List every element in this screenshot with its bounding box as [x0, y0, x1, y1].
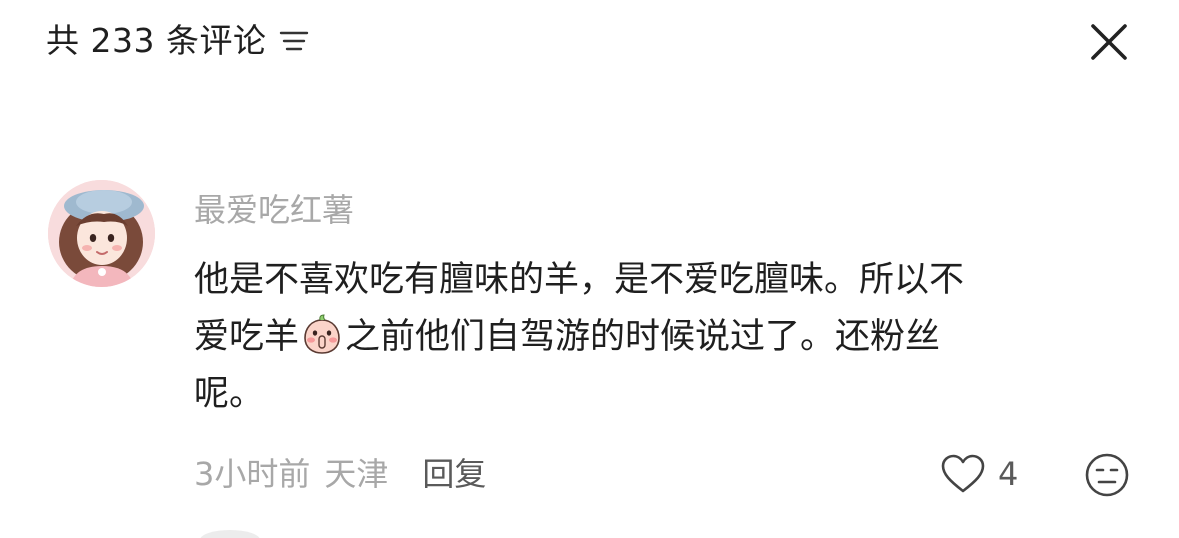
close-button[interactable]: [1085, 18, 1133, 66]
comment-count-title: 共 233 条评论: [46, 21, 267, 60]
comment-username[interactable]: 最爱吃红薯: [194, 188, 354, 232]
user-avatar[interactable]: [48, 180, 155, 287]
like-count: 4: [998, 455, 1019, 493]
comment-meta: 3小时前 天津 回复: [194, 452, 486, 496]
comments-header: 共 233 条评论: [0, 0, 1179, 80]
comment-item: 最爱吃红薯 他是不喜欢吃有膻味的羊，是不爱吃膻味。所以不 爱吃羊 之前他们自驾游…: [0, 176, 1179, 506]
comment-body: 他是不喜欢吃有膻味的羊，是不爱吃膻味。所以不 爱吃羊 之前他们自驾游的时候说过了…: [194, 252, 1134, 423]
next-comment-avatar: [200, 530, 260, 538]
like-button[interactable]: 4: [940, 452, 1018, 496]
sort-toggle[interactable]: 共 233 条评论: [46, 18, 310, 64]
heart-outline-icon: [941, 454, 985, 493]
dislike-button[interactable]: [1084, 452, 1130, 498]
reply-button[interactable]: 回复: [422, 452, 486, 496]
comment-text-segment: 爱吃羊: [194, 317, 300, 357]
comment-location: 天津: [324, 455, 389, 493]
shush-face-emoji: [301, 314, 343, 356]
comment-text-segment: 之前他们自驾游的时候说过了。还粉丝: [345, 317, 941, 357]
comments-sheet: 共 233 条评论 最爱吃红薯 他是不喜欢吃有膻味的羊，是不爱吃膻味。所以不 爱…: [0, 0, 1179, 538]
comment-line: 呢。: [194, 374, 265, 414]
filter-lines-icon[interactable]: [278, 27, 310, 55]
comment-line: 爱吃羊 之前他们自驾游的时候说过了。还粉丝: [194, 309, 1134, 366]
comment-time: 3小时前: [194, 455, 311, 493]
comment-line: 他是不喜欢吃有膻味的羊，是不爱吃膻味。所以不: [194, 260, 965, 300]
close-icon: [1091, 24, 1127, 60]
unamused-face-icon: [1085, 453, 1129, 497]
